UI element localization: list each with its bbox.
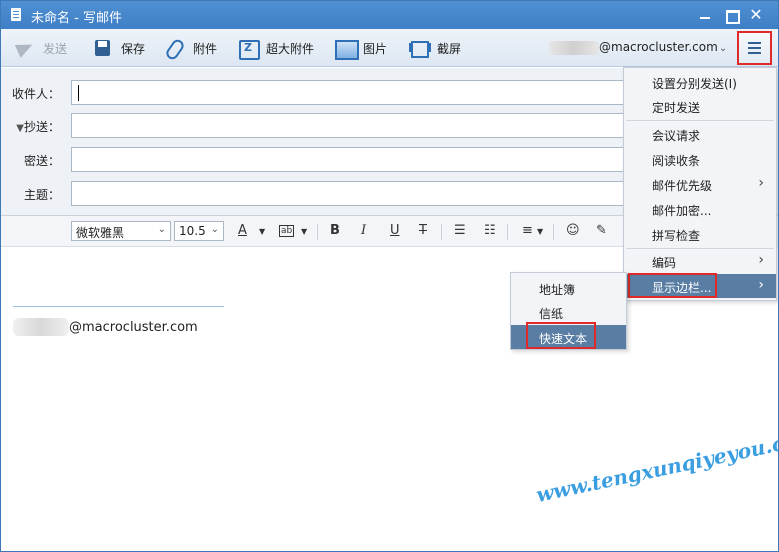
menu-item-separate-send[interactable]: 设置分别发送(I) <box>624 70 776 94</box>
annotation-highlight-show-sidebar <box>628 273 717 298</box>
menu-item-encrypt[interactable]: 邮件加密... <box>624 197 776 221</box>
menu-item-scheduled-send[interactable]: 定时发送 <box>624 94 776 118</box>
dropdown-arrow-icon[interactable]: ▼ <box>259 227 265 236</box>
signature-email: @macrocluster.com <box>69 319 198 335</box>
clear-format-icon[interactable]: ✎ <box>596 223 607 238</box>
cc-label-wrap[interactable]: ▼抄送： <box>16 118 60 135</box>
title-bar: 未命名 - 写邮件 ✕ <box>1 1 778 29</box>
cc-input[interactable] <box>71 113 631 138</box>
font-family-select[interactable]: 微软雅黑 ⌄ <box>71 221 171 241</box>
toolbar: 发送 保存 附件 超大附件 图片 截屏 @macrocluster.com⌄ <box>1 29 778 67</box>
menu-item-priority[interactable]: 邮件优先级 › <box>624 172 776 196</box>
chevron-down-icon: ⌄ <box>718 43 728 54</box>
picture-label: 图片 <box>363 41 388 56</box>
triangle-down-icon: ▼ <box>16 123 24 134</box>
separator <box>553 224 554 240</box>
chevron-right-icon: › <box>758 175 764 191</box>
to-label: 收件人： <box>11 87 60 101</box>
italic-icon[interactable]: I <box>361 223 366 238</box>
document-icon <box>11 8 21 21</box>
screenshot-button[interactable]: 截屏 <box>409 37 461 59</box>
compose-window: 未命名 - 写邮件 ✕ 发送 保存 附件 超大附件 图片 截屏 <box>0 0 779 552</box>
send-label: 发送 <box>43 41 68 56</box>
submenu-item-address-book[interactable]: 地址簿 <box>511 276 626 300</box>
big-attach-label: 超大附件 <box>266 41 315 56</box>
emoji-icon[interactable]: ☺ <box>566 223 580 238</box>
bcc-input[interactable] <box>71 147 631 172</box>
account-selector[interactable]: @macrocluster.com⌄ <box>549 40 727 55</box>
paperclip-icon <box>165 39 185 57</box>
separator <box>317 224 318 240</box>
save-label: 保存 <box>121 41 146 56</box>
picture-icon <box>335 39 359 60</box>
signature-name-redacted <box>13 318 69 336</box>
more-menu-button[interactable] <box>737 31 772 65</box>
big-attach-button[interactable]: 超大附件 <box>238 37 315 60</box>
numbered-list-icon[interactable]: ☷ <box>484 223 496 238</box>
save-icon <box>93 39 113 57</box>
crop-icon <box>409 39 431 58</box>
send-button[interactable]: 发送 <box>15 37 67 59</box>
align-icon[interactable]: ≡ <box>522 223 533 238</box>
window-title: 未命名 - 写邮件 <box>31 11 122 26</box>
to-input[interactable] <box>71 80 631 105</box>
bcc-label: 密送： <box>23 154 60 168</box>
font-size-value: 10.5 <box>179 224 206 238</box>
menu-separator <box>626 120 774 121</box>
screenshot-label: 截屏 <box>437 41 462 56</box>
separator <box>441 224 442 240</box>
subject-input[interactable] <box>71 181 631 206</box>
dropdown-arrow-icon[interactable]: ▼ <box>537 227 543 236</box>
subject-label: 主题： <box>23 188 60 202</box>
account-name-redacted <box>549 40 599 55</box>
bold-icon[interactable]: B <box>330 223 340 238</box>
menu-item-read-receipt[interactable]: 阅读收条 <box>624 147 776 171</box>
more-options-menu: 设置分别发送(I) 定时发送 会议请求 阅读收条 邮件优先级 › 邮件加密... … <box>623 67 777 301</box>
annotation-highlight-quick-text <box>526 322 596 349</box>
account-email: @macrocluster.com <box>599 40 718 54</box>
maximize-button[interactable] <box>721 5 741 25</box>
chevron-down-icon: ⌄ <box>157 224 166 235</box>
signature-divider <box>13 306 224 307</box>
big-attachment-icon <box>238 39 260 60</box>
picture-button[interactable]: 图片 <box>335 37 388 60</box>
chevron-right-icon: › <box>758 277 764 293</box>
chevron-right-icon: › <box>758 252 764 268</box>
underline-icon[interactable]: U <box>390 223 400 238</box>
minimize-button[interactable] <box>695 5 715 25</box>
submenu-item-stationery[interactable]: 信纸 <box>511 300 626 324</box>
chevron-down-icon: ⌄ <box>210 224 219 235</box>
list-menu-icon <box>748 42 762 54</box>
send-icon <box>15 39 35 57</box>
attach-label: 附件 <box>193 41 218 56</box>
attach-button[interactable]: 附件 <box>165 37 217 59</box>
signature: @macrocluster.com <box>13 318 198 336</box>
font-color-icon[interactable]: A <box>238 223 247 238</box>
menu-item-spell-check[interactable]: 拼写检查 <box>624 222 776 246</box>
dropdown-arrow-icon[interactable]: ▼ <box>301 227 307 236</box>
font-size-select[interactable]: 10.5 ⌄ <box>174 221 224 241</box>
cc-label: 抄送： <box>23 120 60 134</box>
highlight-color-icon[interactable]: ab <box>279 225 295 237</box>
bullet-list-icon[interactable]: ☰ <box>454 223 466 238</box>
menu-item-meeting-request[interactable]: 会议请求 <box>624 122 776 146</box>
strikethrough-icon[interactable]: T <box>419 223 427 238</box>
font-family-value: 微软雅黑 <box>76 226 125 240</box>
save-button[interactable]: 保存 <box>93 37 145 59</box>
close-button[interactable]: ✕ <box>746 5 766 25</box>
separator <box>507 224 508 240</box>
text-cursor <box>78 85 79 101</box>
menu-item-encoding[interactable]: 编码 › <box>624 249 776 273</box>
